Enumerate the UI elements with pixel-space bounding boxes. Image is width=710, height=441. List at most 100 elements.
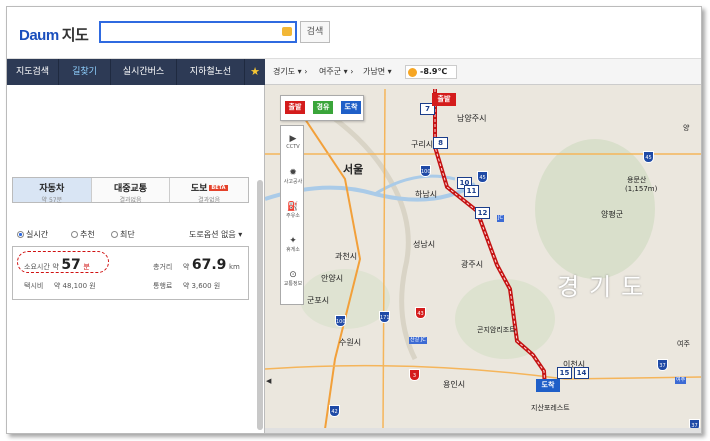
label-gyeonggi: 경기도 bbox=[557, 273, 654, 301]
crumb-county[interactable]: 여주군 ▾ › bbox=[319, 66, 353, 77]
radio-recommend[interactable] bbox=[71, 231, 78, 238]
label-yangpyeong: 양평군 bbox=[601, 210, 624, 219]
left-panel: 자동차 약 57분 대중교통 결과없음 도보 BETA 결과없음 실시간 추천 최… bbox=[7, 85, 265, 433]
start-pin[interactable]: 출발 bbox=[432, 93, 456, 106]
map-tools: ▶ CCTV ✹ 사고공사 ⛽ 주유소 ✦ 휴게소 ⊙ 교통정보 bbox=[280, 125, 304, 305]
tab-subway[interactable]: 지하철노선 bbox=[177, 59, 245, 85]
time-value: 57 bbox=[61, 257, 81, 273]
distance-value: 67.9 bbox=[191, 257, 227, 273]
exit-sign-11[interactable]: 11 bbox=[464, 185, 479, 197]
label-guri: 구리시 bbox=[411, 140, 434, 149]
rest-area-icon: ✦ bbox=[289, 236, 297, 246]
temperature: -8.9℃ bbox=[420, 67, 448, 76]
tool-traffic-label: 교통정보 bbox=[283, 281, 303, 287]
mode-transit[interactable]: 대중교통 결과없음 bbox=[92, 178, 171, 204]
tool-traffic[interactable]: ⊙ 교통정보 bbox=[281, 270, 305, 287]
tool-cctv-label: CCTV bbox=[286, 144, 300, 150]
taxi-label: 택시비 bbox=[24, 282, 44, 290]
traffic-info-icon: ⊙ bbox=[289, 270, 297, 280]
tool-gas-label: 주유소 bbox=[286, 213, 300, 219]
route-flag-box: 출발 경유 도착 bbox=[280, 95, 364, 121]
search-button[interactable]: 검색 bbox=[300, 21, 330, 43]
crumb-county-label: 여주군 bbox=[319, 67, 342, 76]
tag-yeoju: 여주 bbox=[675, 377, 687, 384]
distance-label: 총거리 bbox=[153, 263, 173, 271]
logo-kr: 지도 bbox=[61, 26, 89, 44]
collapse-arrow-icon[interactable]: ◀ bbox=[266, 377, 276, 391]
sun-icon bbox=[408, 68, 417, 77]
mode-car-sub: 약 57분 bbox=[41, 197, 63, 204]
keyboard-icon[interactable] bbox=[282, 27, 292, 36]
logo-en: Daum bbox=[19, 27, 59, 44]
map-horizontal-scrollbar[interactable] bbox=[265, 428, 701, 433]
mode-car[interactable]: 자동차 약 57분 bbox=[13, 178, 92, 204]
label-gonjiam: 곤지암리조트 bbox=[477, 326, 516, 334]
left-panel-scrollbar[interactable] bbox=[257, 180, 263, 430]
gas-station-icon: ⛽ bbox=[287, 202, 299, 212]
radio-realtime[interactable] bbox=[17, 231, 24, 238]
tab-realtime-bus[interactable]: 실시간버스 bbox=[111, 59, 177, 85]
label-yongin: 용인시 bbox=[443, 380, 466, 389]
end-pin[interactable]: 도착 bbox=[536, 379, 560, 392]
option-realtime[interactable]: 실시간 bbox=[17, 229, 48, 240]
label-yang: 양 bbox=[683, 124, 690, 132]
search-input[interactable] bbox=[99, 21, 297, 43]
transport-modes: 자동차 약 57분 대중교통 결과없음 도보 BETA 결과없음 bbox=[12, 177, 249, 204]
exit-sign-14[interactable]: 14 bbox=[574, 367, 589, 379]
label-anyang: 안양시 bbox=[321, 274, 344, 283]
daum-logo[interactable]: Daum 지도 bbox=[19, 24, 89, 45]
tool-accident[interactable]: ✹ 사고공사 bbox=[281, 168, 305, 185]
exit-sign-15[interactable]: 15 bbox=[557, 367, 572, 379]
mode-walk[interactable]: 도보 BETA 결과없음 bbox=[170, 178, 248, 204]
start-flag[interactable]: 출발 bbox=[285, 101, 305, 114]
via-flag[interactable]: 경유 bbox=[313, 101, 333, 114]
map-breadcrumb-bar: 경기도 ▾ › 여주군 ▾ › 가남면 ▾ -8.9℃ bbox=[265, 59, 701, 85]
tab-map-search[interactable]: 지도검색 bbox=[7, 59, 59, 85]
cctv-icon: ▶ bbox=[289, 134, 297, 144]
tool-rest[interactable]: ✦ 휴게소 bbox=[281, 236, 305, 253]
label-yeoju: 여주 bbox=[677, 340, 690, 348]
scrollbar-thumb[interactable] bbox=[257, 180, 263, 430]
option-shortest-label: 최단 bbox=[120, 230, 135, 239]
crumb-town[interactable]: 가남면 ▾ bbox=[363, 66, 392, 77]
tab-directions[interactable]: 길찾기 bbox=[59, 59, 111, 85]
exit-sign-8[interactable]: 8 bbox=[433, 137, 448, 149]
exit-sign-12[interactable]: 12 bbox=[475, 207, 490, 219]
route-shield-9: 45 bbox=[643, 151, 654, 163]
label-namyangju: 남양주시 bbox=[457, 114, 487, 123]
label-seoul: 서울 bbox=[343, 163, 364, 176]
label-yongmunsan-height: (1,157m) bbox=[625, 185, 658, 193]
label-yongmunsan: 용문산 bbox=[627, 176, 647, 184]
option-recommend-label: 추천 bbox=[80, 230, 95, 239]
mode-transit-label: 대중교통 bbox=[113, 184, 148, 194]
time-row: 소요시간 약 57 분 bbox=[24, 257, 90, 273]
accident-icon: ✹ bbox=[289, 168, 297, 178]
tool-cctv[interactable]: ▶ CCTV bbox=[281, 134, 305, 150]
window: Daum 지도 검색 지도검색 길찾기 실시간버스 지하철노선 ★ 자동차 약 5… bbox=[6, 6, 702, 434]
tool-gas[interactable]: ⛽ 주유소 bbox=[281, 202, 305, 219]
tool-rest-label: 휴게소 bbox=[286, 247, 300, 253]
mode-walk-sub: 결과없음 bbox=[198, 197, 221, 204]
end-flag[interactable]: 도착 bbox=[341, 101, 361, 114]
mode-walk-label: 도보 bbox=[190, 184, 208, 194]
crumb-province-label: 경기도 bbox=[273, 67, 296, 76]
distance-row: 총거리 약 67.9 km bbox=[153, 257, 240, 273]
mode-transit-sub: 결과없음 bbox=[119, 197, 142, 204]
option-recommend[interactable]: 추천 bbox=[71, 229, 95, 240]
tool-accident-label: 사고공사 bbox=[283, 179, 303, 185]
label-gunpo: 군포시 bbox=[307, 296, 330, 305]
route-options: 실시간 추천 최단 도로옵션 없음 ▾ bbox=[17, 229, 249, 243]
favorite-star-icon[interactable]: ★ bbox=[245, 59, 265, 85]
option-realtime-label: 실시간 bbox=[26, 230, 49, 239]
road-option-dropdown[interactable]: 도로옵션 없음 ▾ bbox=[189, 229, 242, 240]
option-shortest[interactable]: 최단 bbox=[111, 229, 135, 240]
time-unit: 분 bbox=[83, 263, 90, 271]
radio-shortest[interactable] bbox=[111, 231, 118, 238]
route-shield-2: 171 bbox=[379, 311, 390, 323]
crumb-province[interactable]: 경기도 ▾ › bbox=[273, 66, 307, 77]
weather-widget[interactable]: -8.9℃ bbox=[405, 65, 457, 79]
map-view[interactable]: 경기도 ▾ › 여주군 ▾ › 가남면 ▾ -8.9℃ 출발 경유 도착 ▶ CC… bbox=[265, 59, 701, 433]
toll-label: 통행료 bbox=[153, 282, 173, 290]
route-shield-10: 37 bbox=[657, 359, 668, 371]
toll-row: 통행료 약 3,600 원 bbox=[153, 281, 220, 291]
